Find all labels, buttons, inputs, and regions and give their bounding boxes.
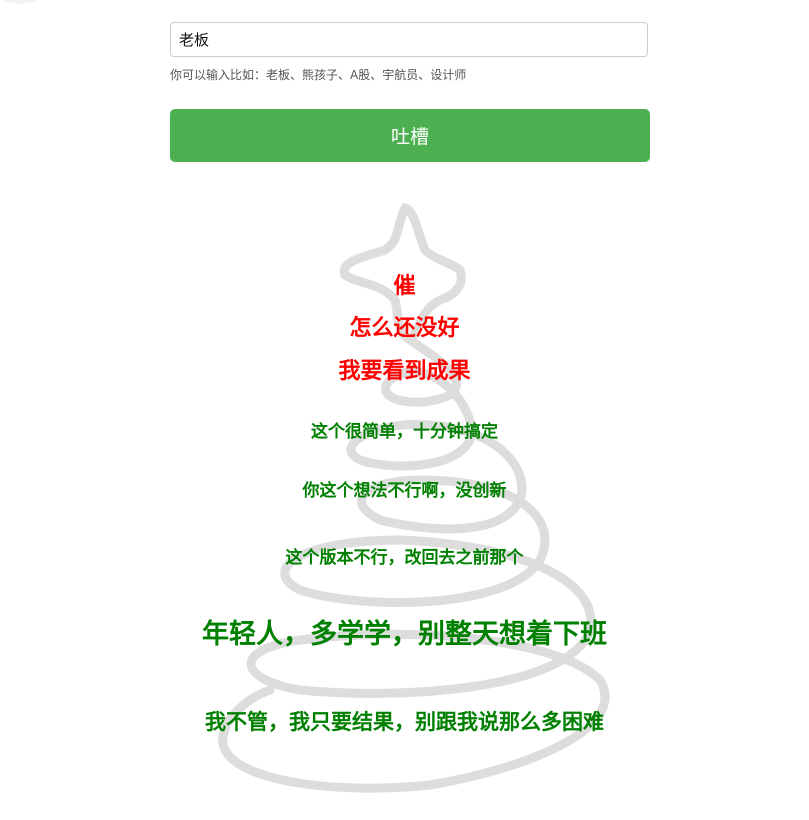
tree-line-3: 我要看到成果	[338, 359, 471, 384]
tree-line-4: 这个很简单，十分钟搞定	[311, 422, 498, 442]
tree-line-2: 怎么还没好	[349, 316, 460, 341]
tree-line-5: 你这个想法不行啊，没创新	[302, 481, 507, 501]
tree-line-7: 年轻人，多学学，别整天想着下班	[202, 619, 607, 650]
tree-line-8: 我不管，我只要结果，别跟我说那么多困难	[205, 710, 604, 734]
christmas-tree-spiral	[218, 202, 610, 793]
tree-line-1: 催	[393, 274, 416, 299]
tree-line-6: 这个版本不行，改回去之前那个	[285, 548, 524, 568]
